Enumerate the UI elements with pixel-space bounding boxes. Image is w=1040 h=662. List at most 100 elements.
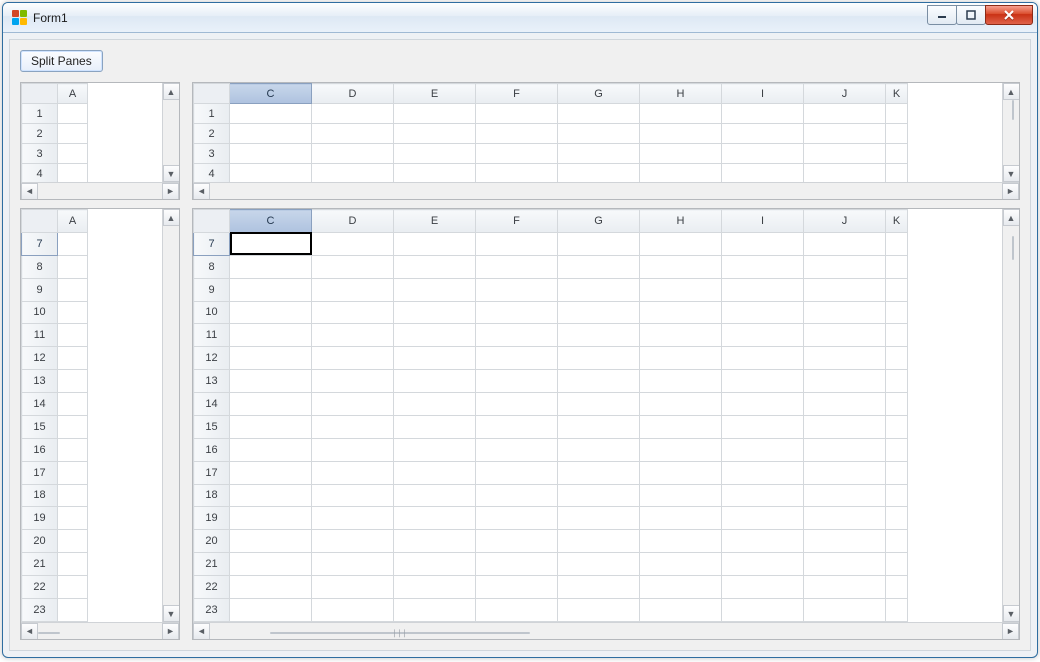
vertical-splitter[interactable] (180, 82, 192, 640)
vscrollbar-br[interactable]: ▲ ▼ (1002, 209, 1019, 622)
row-header-19[interactable]: 19 (22, 507, 58, 530)
cell-J12[interactable] (804, 347, 886, 370)
cell-A14[interactable] (58, 393, 88, 416)
cell-G8[interactable] (558, 255, 640, 278)
cell-J16[interactable] (804, 438, 886, 461)
minimize-button[interactable] (927, 5, 957, 25)
cell-I20[interactable] (722, 530, 804, 553)
row-header-15[interactable]: 15 (22, 415, 58, 438)
cell-G1[interactable] (558, 104, 640, 124)
cell-D17[interactable] (312, 461, 394, 484)
scroll-right-icon[interactable]: ► (162, 623, 179, 640)
cell-H4[interactable] (640, 164, 722, 183)
row-header-13[interactable]: 13 (194, 370, 230, 393)
cell-F10[interactable] (476, 301, 558, 324)
cell-K1[interactable] (886, 104, 908, 124)
scroll-left-icon[interactable]: ◄ (193, 183, 210, 200)
row-header-8[interactable]: 8 (22, 255, 58, 278)
cell-A4[interactable] (58, 164, 88, 183)
cell-H20[interactable] (640, 530, 722, 553)
cell-J10[interactable] (804, 301, 886, 324)
row-header-14[interactable]: 14 (22, 393, 58, 416)
column-header-J[interactable]: J (804, 84, 886, 104)
cell-E15[interactable] (394, 415, 476, 438)
cell-H18[interactable] (640, 484, 722, 507)
cell-A3[interactable] (58, 144, 88, 164)
cell-F9[interactable] (476, 278, 558, 301)
cell-D21[interactable] (312, 553, 394, 576)
row-header-18[interactable]: 18 (194, 484, 230, 507)
cell-C7[interactable] (230, 232, 312, 255)
scroll-down-icon[interactable]: ▼ (163, 165, 180, 182)
row-header-3[interactable]: 3 (194, 144, 230, 164)
scroll-right-icon[interactable]: ► (162, 183, 179, 200)
row-header-18[interactable]: 18 (22, 484, 58, 507)
row-header-12[interactable]: 12 (194, 347, 230, 370)
cell-C2[interactable] (230, 124, 312, 144)
cell-K17[interactable] (886, 461, 908, 484)
select-all-corner[interactable] (194, 84, 230, 104)
row-header-16[interactable]: 16 (22, 438, 58, 461)
cell-J17[interactable] (804, 461, 886, 484)
close-button[interactable] (985, 5, 1033, 25)
cell-H17[interactable] (640, 461, 722, 484)
cell-H10[interactable] (640, 301, 722, 324)
select-all-corner[interactable] (22, 84, 58, 104)
grid-top-right[interactable]: CDEFGHIJK1234 (193, 83, 908, 182)
cell-F17[interactable] (476, 461, 558, 484)
cell-G12[interactable] (558, 347, 640, 370)
cell-C4[interactable] (230, 164, 312, 183)
titlebar[interactable]: Form1 (3, 3, 1037, 33)
column-header-I[interactable]: I (722, 84, 804, 104)
cell-K3[interactable] (886, 144, 908, 164)
cell-D16[interactable] (312, 438, 394, 461)
cell-F14[interactable] (476, 393, 558, 416)
cell-I17[interactable] (722, 461, 804, 484)
cell-G23[interactable] (558, 598, 640, 621)
scroll-left-icon[interactable]: ◄ (193, 623, 210, 640)
row-header-21[interactable]: 21 (194, 553, 230, 576)
cell-I16[interactable] (722, 438, 804, 461)
cell-K10[interactable] (886, 301, 908, 324)
cell-E11[interactable] (394, 324, 476, 347)
cell-K21[interactable] (886, 553, 908, 576)
cell-F3[interactable] (476, 144, 558, 164)
cell-G22[interactable] (558, 576, 640, 599)
cell-E8[interactable] (394, 255, 476, 278)
cell-A21[interactable] (58, 553, 88, 576)
cell-A8[interactable] (58, 255, 88, 278)
grid-bottom-right[interactable]: CDEFGHIJK7891011121314151617181920212223 (193, 209, 908, 622)
row-header-20[interactable]: 20 (194, 530, 230, 553)
cell-C1[interactable] (230, 104, 312, 124)
cell-G15[interactable] (558, 415, 640, 438)
cell-F2[interactable] (476, 124, 558, 144)
cell-E12[interactable] (394, 347, 476, 370)
hscrollbar-tl[interactable]: ◄ ► (21, 182, 179, 199)
vscrollbar-bl[interactable]: ▲ ▼ (162, 209, 179, 622)
row-header-12[interactable]: 12 (22, 347, 58, 370)
cell-E2[interactable] (394, 124, 476, 144)
cell-J9[interactable] (804, 278, 886, 301)
cell-A9[interactable] (58, 278, 88, 301)
column-header-E[interactable]: E (394, 210, 476, 233)
row-header-4[interactable]: 4 (194, 164, 230, 183)
cell-E14[interactable] (394, 393, 476, 416)
cell-G19[interactable] (558, 507, 640, 530)
cell-I12[interactable] (722, 347, 804, 370)
row-header-23[interactable]: 23 (194, 598, 230, 621)
cell-C12[interactable] (230, 347, 312, 370)
cell-D2[interactable] (312, 124, 394, 144)
cell-J11[interactable] (804, 324, 886, 347)
cell-K7[interactable] (886, 232, 908, 255)
cell-J22[interactable] (804, 576, 886, 599)
cell-G3[interactable] (558, 144, 640, 164)
cell-A15[interactable] (58, 415, 88, 438)
cell-F19[interactable] (476, 507, 558, 530)
cell-F18[interactable] (476, 484, 558, 507)
cell-C3[interactable] (230, 144, 312, 164)
cell-E19[interactable] (394, 507, 476, 530)
row-header-1[interactable]: 1 (194, 104, 230, 124)
row-header-3[interactable]: 3 (22, 144, 58, 164)
cell-G14[interactable] (558, 393, 640, 416)
grid-bottom-left[interactable]: A7891011121314151617181920212223 (21, 209, 88, 622)
